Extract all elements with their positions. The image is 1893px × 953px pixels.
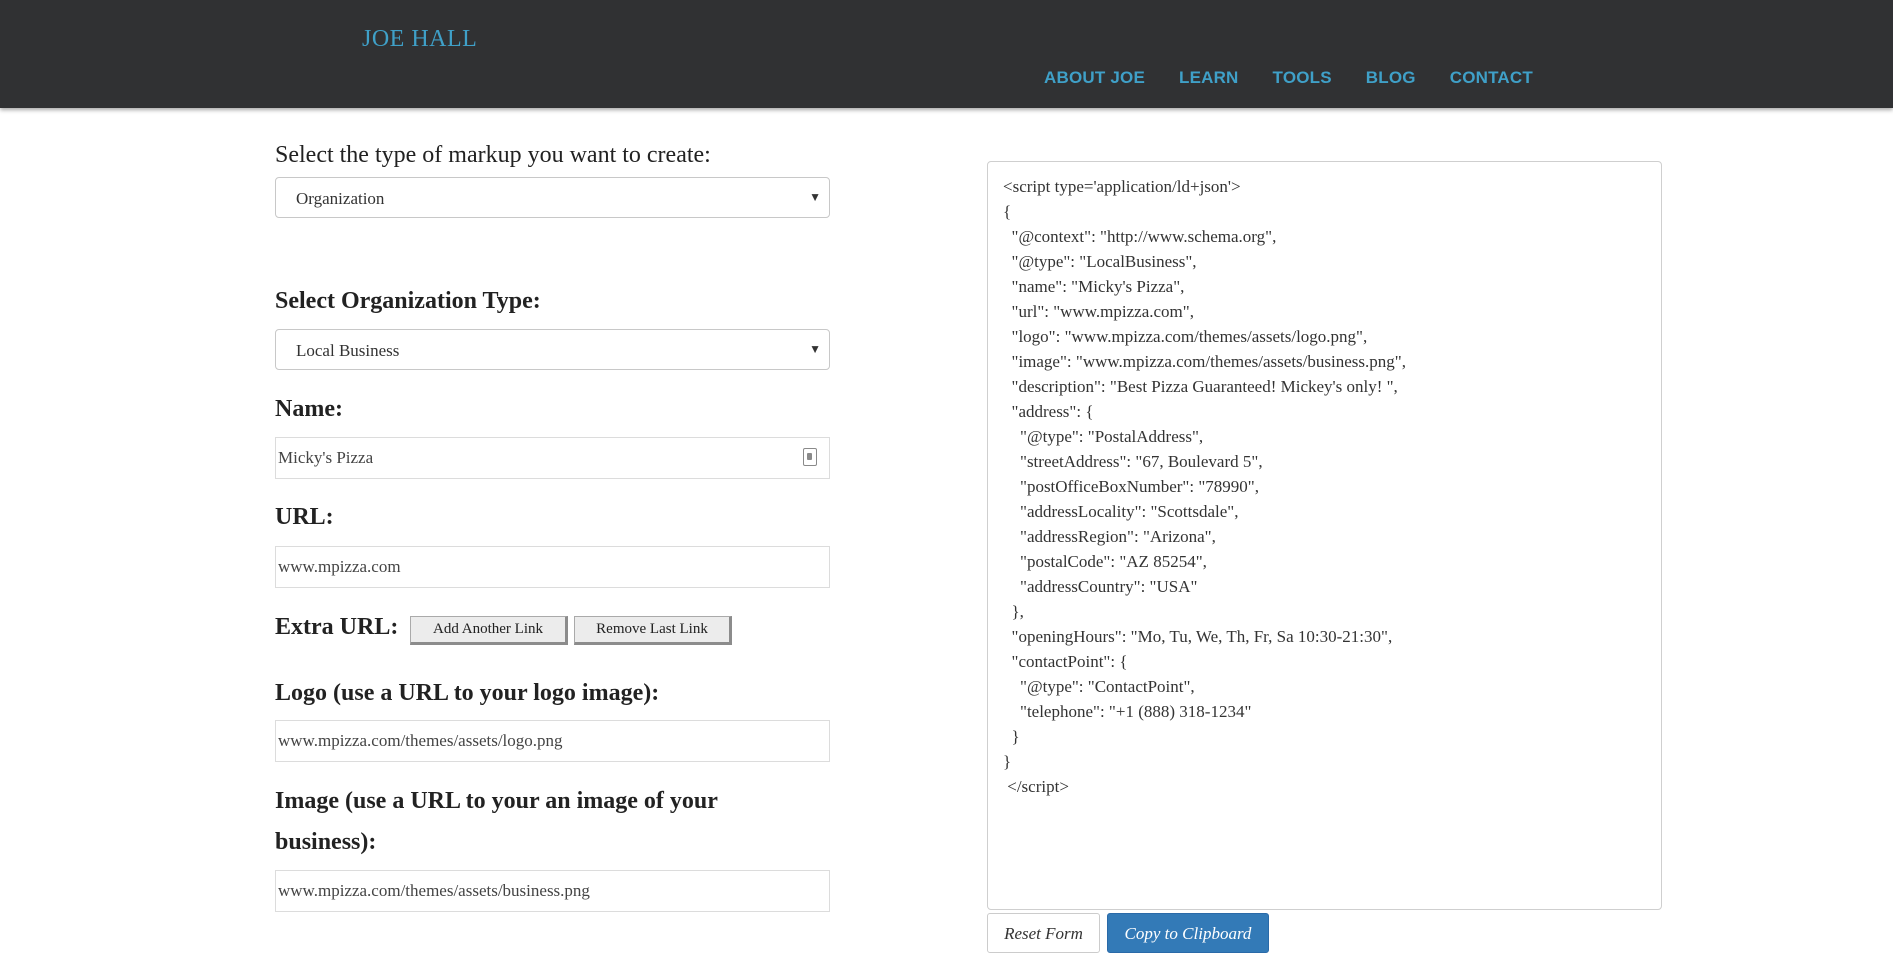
site-brand[interactable]: JOE HALL <box>362 26 477 53</box>
nav-tools[interactable]: TOOLS <box>1273 68 1332 88</box>
nav-learn[interactable]: LEARN <box>1179 68 1239 88</box>
url-label: URL: <box>275 504 334 530</box>
logo-input[interactable]: www.mpizza.com/themes/assets/logo.png <box>275 720 830 762</box>
nav-about-joe[interactable]: ABOUT JOE <box>1044 68 1145 88</box>
reset-form-button[interactable]: Reset Form <box>987 913 1100 953</box>
nav-blog[interactable]: BLOG <box>1366 68 1416 88</box>
site-header: JOE HALL ABOUT JOE LEARN TOOLS BLOG CONT… <box>0 0 1893 108</box>
add-link-button[interactable]: Add Another Link <box>410 616 568 645</box>
org-type-value: Local Business <box>296 341 400 360</box>
json-ld-output-textarea[interactable]: <script type='application/ld+json'> { "@… <box>987 161 1662 910</box>
chevron-down-icon: ▼ <box>809 190 821 204</box>
nav-contact[interactable]: CONTACT <box>1450 68 1533 88</box>
url-input[interactable]: www.mpizza.com <box>275 546 830 588</box>
main-nav: ABOUT JOE LEARN TOOLS BLOG CONTACT <box>1044 68 1567 88</box>
image-input[interactable]: www.mpizza.com/themes/assets/business.pn… <box>275 870 830 912</box>
org-type-label: Select Organization Type: <box>275 288 541 314</box>
name-input[interactable]: Micky's Pizza <box>275 437 830 479</box>
logo-label: Logo (use a URL to your logo image): <box>275 680 660 706</box>
name-value: Micky's Pizza <box>278 448 374 467</box>
chevron-down-icon: ▼ <box>809 342 821 356</box>
image-label-line1: Image (use a URL to your an image of you… <box>275 788 718 814</box>
logo-value: www.mpizza.com/themes/assets/logo.png <box>278 731 563 750</box>
extra-url-label: Extra URL: <box>275 614 399 640</box>
url-value: www.mpizza.com <box>278 557 401 576</box>
markup-type-value: Organization <box>296 189 385 208</box>
markup-type-label: Select the type of markup you want to cr… <box>275 142 711 168</box>
image-label-line2: business): <box>275 829 377 855</box>
markup-type-select[interactable]: Organization ▼ <box>275 177 830 218</box>
name-label: Name: <box>275 396 343 422</box>
autofill-contact-icon[interactable] <box>803 448 817 466</box>
org-type-select[interactable]: Local Business ▼ <box>275 329 830 370</box>
image-value: www.mpizza.com/themes/assets/business.pn… <box>278 881 590 900</box>
remove-link-button[interactable]: Remove Last Link <box>574 616 732 645</box>
copy-to-clipboard-button[interactable]: Copy to Clipboard <box>1107 913 1269 953</box>
